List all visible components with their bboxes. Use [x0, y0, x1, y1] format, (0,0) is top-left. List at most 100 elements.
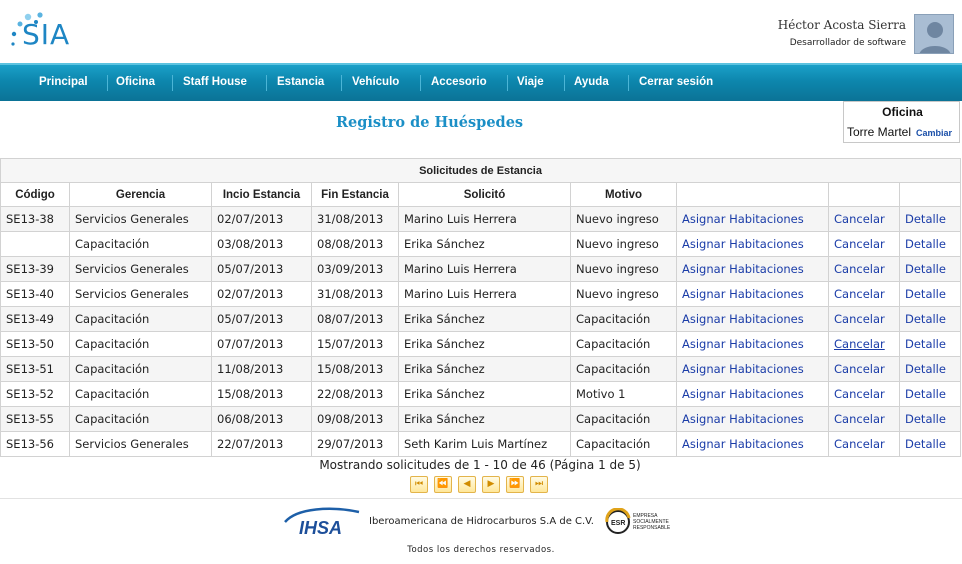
rewind-button[interactable]: ⏪	[434, 476, 452, 493]
cell-motivo: Motivo 1	[570, 381, 677, 407]
nav-divider	[172, 75, 173, 91]
user-silhouette-icon	[915, 15, 953, 53]
cancel-link[interactable]: Cancelar	[828, 206, 900, 232]
cell-codigo	[0, 231, 70, 257]
detail-link[interactable]: Detalle	[899, 381, 961, 407]
cell-gerencia: Capacitación	[69, 356, 212, 382]
cell-solicito-text: Erika Sánchez	[404, 237, 485, 251]
assign-rooms-link[interactable]: Asignar Habitaciones	[676, 381, 829, 407]
cell-gerencia: Servicios Generales	[69, 281, 212, 307]
cancel-link[interactable]: Cancelar	[828, 256, 900, 282]
assign-rooms-link-text: Asignar Habitaciones	[682, 437, 804, 451]
avatar[interactable]	[914, 14, 954, 54]
nav-divider	[420, 75, 421, 91]
cancel-link[interactable]: Cancelar	[828, 381, 900, 407]
nav-item-principal[interactable]: Principal	[39, 76, 88, 88]
table-row: SE13-52 Capacitación 15/08/2013 22/08/2013 E…	[0, 381, 961, 407]
cell-codigo: SE13-40	[0, 281, 70, 307]
detail-link[interactable]: Detalle	[899, 256, 961, 282]
column-header-motivo: Motivo	[570, 182, 677, 207]
assign-rooms-link[interactable]: Asignar Habitaciones	[676, 306, 829, 332]
cell-codigo-text: SE13-49	[6, 312, 54, 326]
user-name: Héctor Acosta Sierra	[777, 18, 906, 32]
cell-codigo-text: SE13-40	[6, 287, 54, 301]
cell-solicito-text: Erika Sánchez	[404, 412, 485, 426]
table-row: SE13-55 Capacitación 06/08/2013 09/08/2013 E…	[0, 406, 961, 432]
detail-link[interactable]: Detalle	[899, 231, 961, 257]
cell-solicito: Erika Sánchez	[398, 231, 571, 257]
first-page-button[interactable]: ⏮	[410, 476, 428, 493]
assign-rooms-link[interactable]: Asignar Habitaciones	[676, 331, 829, 357]
cancel-link[interactable]: Cancelar	[828, 331, 900, 357]
detail-link[interactable]: Detalle	[899, 306, 961, 332]
cell-codigo-text: SE13-55	[6, 412, 54, 426]
assign-rooms-link[interactable]: Asignar Habitaciones	[676, 281, 829, 307]
cancel-link-text: Cancelar	[834, 387, 885, 401]
column-header-codigo: Código	[0, 182, 70, 207]
cell-inicio: 02/07/2013	[211, 281, 312, 307]
footer-copyright: Todos los derechos reservados.	[407, 545, 555, 555]
table-row: SE13-56 Servicios Generales 22/07/2013 29/0…	[0, 431, 961, 457]
footer-divider	[0, 498, 962, 499]
assign-rooms-link[interactable]: Asignar Habitaciones	[676, 406, 829, 432]
cell-solicito-text: Marino Luis Herrera	[404, 262, 517, 276]
cell-gerencia: Capacitación	[69, 231, 212, 257]
page-title: Registro de Huéspedes	[336, 114, 524, 131]
nav-item-viaje[interactable]: Viaje	[517, 76, 544, 88]
assign-rooms-link[interactable]: Asignar Habitaciones	[676, 356, 829, 382]
cancel-link[interactable]: Cancelar	[828, 231, 900, 257]
cancel-link-text: Cancelar	[834, 362, 885, 376]
cancel-link[interactable]: Cancelar	[828, 431, 900, 457]
cell-codigo: SE13-56	[0, 431, 70, 457]
detail-link[interactable]: Detalle	[899, 206, 961, 232]
nav-item-estancia[interactable]: Estancia	[277, 76, 324, 88]
cell-solicito: Marino Luis Herrera	[398, 281, 571, 307]
nav-item-vehiculo[interactable]: Vehículo	[352, 76, 399, 88]
cell-gerencia-text: Capacitación	[75, 362, 150, 376]
cell-solicito-text: Marino Luis Herrera	[404, 287, 517, 301]
cancel-link[interactable]: Cancelar	[828, 406, 900, 432]
detail-link[interactable]: Detalle	[899, 281, 961, 307]
detail-link[interactable]: Detalle	[899, 406, 961, 432]
change-office-link[interactable]: Cambiar	[916, 128, 952, 138]
nav-item-oficina[interactable]: Oficina	[116, 76, 155, 88]
nav-item-ayuda[interactable]: Ayuda	[574, 76, 609, 88]
cell-codigo: SE13-50	[0, 331, 70, 357]
assign-rooms-link[interactable]: Asignar Habitaciones	[676, 256, 829, 282]
cancel-link-text: Cancelar	[834, 412, 885, 426]
cell-fin: 29/07/2013	[311, 431, 399, 457]
assign-rooms-link[interactable]: Asignar Habitaciones	[676, 206, 829, 232]
ihsa-logo: IHSA	[283, 506, 363, 538]
cell-codigo-text: SE13-56	[6, 437, 54, 451]
cell-codigo: SE13-38	[0, 206, 70, 232]
cell-solicito: Erika Sánchez	[398, 381, 571, 407]
fast-forward-button[interactable]: ⏩	[506, 476, 524, 493]
cell-inicio-text: 05/07/2013	[217, 262, 284, 276]
cell-fin-text: 31/08/2013	[317, 287, 384, 301]
assign-rooms-link[interactable]: Asignar Habitaciones	[676, 431, 829, 457]
cell-codigo: SE13-52	[0, 381, 70, 407]
cell-gerencia-text: Capacitación	[75, 412, 150, 426]
assign-rooms-link[interactable]: Asignar Habitaciones	[676, 231, 829, 257]
header: SIA Héctor Acosta Sierra Desarrollador d…	[0, 0, 962, 63]
detail-link[interactable]: Detalle	[899, 331, 961, 357]
detail-link[interactable]: Detalle	[899, 356, 961, 382]
cancel-link[interactable]: Cancelar	[828, 356, 900, 382]
cancel-link-text: Cancelar	[834, 337, 885, 351]
previous-page-button[interactable]: ◀	[458, 476, 476, 493]
nav-item-cerrar-sesion[interactable]: Cerrar sesión	[639, 76, 713, 88]
cancel-link[interactable]: Cancelar	[828, 281, 900, 307]
assign-rooms-link-text: Asignar Habitaciones	[682, 387, 804, 401]
cell-motivo-text: Motivo 1	[576, 387, 626, 401]
next-page-button[interactable]: ▶	[482, 476, 500, 493]
last-page-button[interactable]: ⏭	[530, 476, 548, 493]
detail-link-text: Detalle	[905, 312, 946, 326]
cell-fin-text: 08/08/2013	[317, 237, 384, 251]
nav-item-staff-house[interactable]: Staff House	[183, 76, 247, 88]
detail-link[interactable]: Detalle	[899, 431, 961, 457]
office-panel: Oficina Torre Martel Cambiar	[843, 101, 960, 143]
cell-motivo: Nuevo ingreso	[570, 281, 677, 307]
nav-item-accesorio[interactable]: Accesorio	[431, 76, 487, 88]
cancel-link[interactable]: Cancelar	[828, 306, 900, 332]
cell-gerencia: Servicios Generales	[69, 431, 212, 457]
